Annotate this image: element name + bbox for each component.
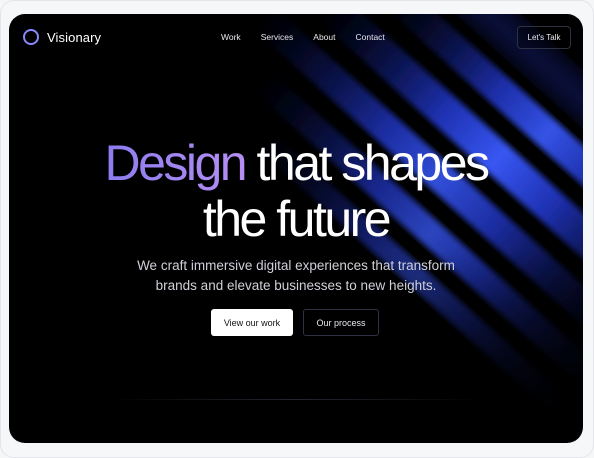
main-navigation: Work Services About Contact (221, 32, 405, 42)
nav-link-contact[interactable]: Contact (356, 32, 385, 42)
view-our-work-button[interactable]: View our work (211, 309, 293, 336)
hero-subtext: We craft immersive digital experiences t… (9, 256, 583, 296)
headline-line2: the future (202, 191, 392, 247)
nav-link-services[interactable]: Services (261, 32, 294, 42)
hero-headline: Design that shapes the future (9, 135, 583, 247)
headline-line1-rest: that shapes (245, 135, 491, 191)
logo-ring-icon (23, 29, 39, 45)
brand-name: Visionary (47, 29, 102, 45)
lets-talk-button[interactable]: Let's Talk (517, 26, 571, 49)
subtext-line2: brands and elevate businesses to new hei… (155, 278, 437, 293)
nav-link-work[interactable]: Work (221, 32, 241, 42)
section-divider (109, 399, 483, 400)
hero-section: Visionary Work Services About Contact Le… (9, 14, 583, 443)
subtext-line1: We craft immersive digital experiences t… (137, 258, 455, 273)
our-process-button[interactable]: Our process (303, 309, 379, 336)
brand-logo[interactable]: Visionary (23, 29, 101, 45)
nav-link-about[interactable]: About (313, 32, 335, 42)
headline-accent-word: Design (104, 135, 247, 191)
